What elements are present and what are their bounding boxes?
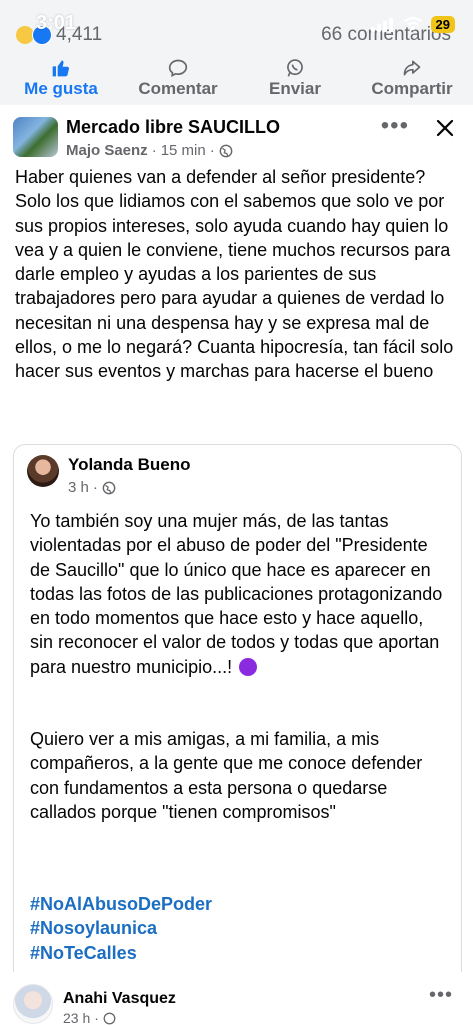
- shared-author-avatar[interactable]: [27, 455, 59, 487]
- next-post-header: Anahi Vasquez 23 h · •••: [0, 972, 473, 1026]
- send-label: Enviar: [269, 78, 321, 98]
- shared-post-text: Yo también soy una mujer más, de las tan…: [30, 509, 450, 824]
- globe-icon: [103, 1012, 116, 1024]
- hashtag-list: #NoAlAbusoDePoder #Nosoylaunica #NoTeCal…: [30, 892, 212, 965]
- post-meta: Majo Saenz · 15 min ·: [66, 142, 233, 159]
- comment-author-name[interactable]: Anahi Vasquez: [63, 990, 176, 1008]
- hashtag-link[interactable]: #Nosoylaunica: [30, 916, 212, 940]
- thumbs-up-icon: [52, 60, 69, 76]
- signal-icon: [370, 16, 395, 32]
- comment-button[interactable]: Comentar: [123, 58, 233, 99]
- more-options-icon[interactable]: •••: [429, 984, 453, 1007]
- close-icon[interactable]: [433, 116, 457, 140]
- post-time[interactable]: 15 min: [161, 142, 206, 159]
- purple-circle-emoji: [239, 657, 258, 676]
- post-header: Mercado libre SAUCILLO Majo Saenz · 15 m…: [0, 112, 473, 162]
- wifi-icon: [403, 16, 422, 31]
- globe-icon: [102, 481, 116, 494]
- like-label: Me gusta: [24, 78, 98, 98]
- post-text: Haber quienes van a defender al señor pr…: [15, 167, 454, 382]
- top-bar: 4,411 3:01 66 comentarios 29 Me gusta Co…: [0, 0, 473, 105]
- post-author[interactable]: Majo Saenz: [66, 142, 148, 159]
- status-bar: 4,411 3:01 66 comentarios 29: [0, 0, 473, 52]
- group-name[interactable]: Mercado libre SAUCILLO: [66, 117, 280, 138]
- status-icons: 29: [370, 15, 455, 33]
- status-time: 3:01: [36, 12, 77, 34]
- share-label: Compartir: [371, 78, 453, 98]
- shared-post-time[interactable]: 3 h: [68, 479, 89, 496]
- comment-label: Comentar: [138, 78, 218, 98]
- shared-paragraph-1: Yo también soy una mujer más, de las tan…: [30, 511, 443, 677]
- share-icon: [403, 60, 421, 75]
- shared-paragraph-2: Quiero ver a mis amigas, a mi familia, a…: [30, 729, 423, 822]
- share-button[interactable]: Compartir: [357, 58, 467, 99]
- shared-post-card[interactable]: Yolanda Bueno 3 h · Yo también soy una m…: [13, 444, 462, 1005]
- hashtag-link[interactable]: #NoTeCalles: [30, 941, 212, 965]
- globe-icon: [219, 144, 233, 157]
- whatsapp-icon: [287, 58, 303, 77]
- send-button[interactable]: Enviar: [240, 58, 350, 99]
- group-avatar[interactable]: [13, 117, 58, 157]
- more-options-icon[interactable]: •••: [381, 112, 409, 140]
- shared-author-name[interactable]: Yolanda Bueno: [68, 455, 190, 475]
- hashtag-link[interactable]: #NoAlAbusoDePoder: [30, 892, 212, 916]
- shared-post-meta: 3 h ·: [68, 479, 116, 496]
- comment-author-avatar[interactable]: [13, 984, 53, 1024]
- comment-icon: [168, 59, 188, 77]
- like-button[interactable]: Me gusta: [6, 58, 116, 99]
- battery-indicator: 29: [430, 15, 455, 33]
- post-actions: Me gusta Comentar Enviar Compartir: [0, 55, 473, 101]
